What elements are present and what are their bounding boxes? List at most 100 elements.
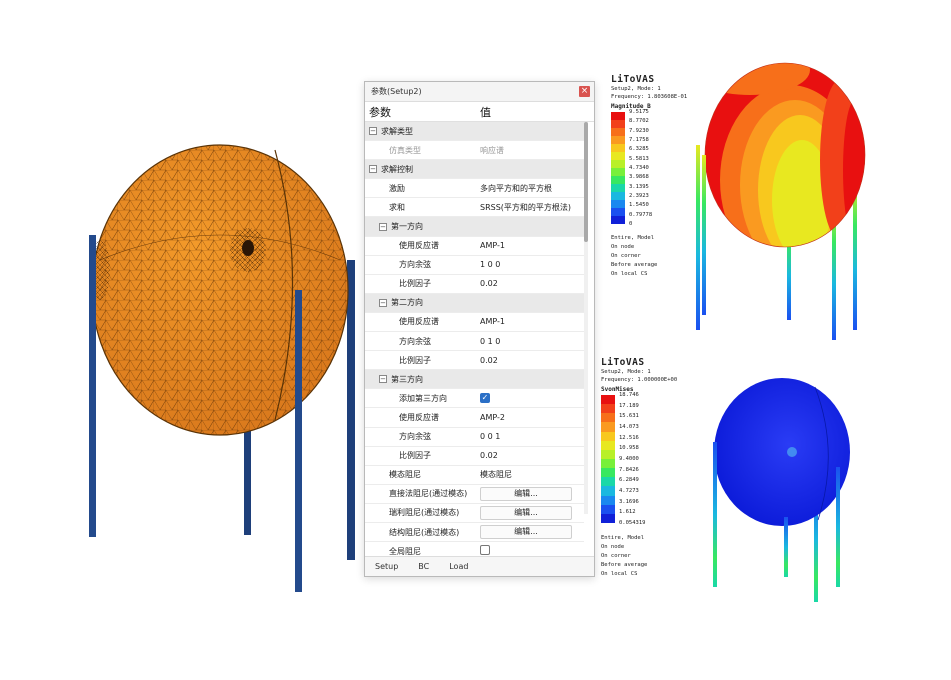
property-row[interactable]: 使用反应谱 AMP-2	[365, 408, 584, 428]
property-row[interactable]: 添加第三方向 ✓	[365, 389, 584, 409]
category-row[interactable]: − 求解控制	[365, 160, 584, 180]
collapse-toggle-icon[interactable]: −	[369, 127, 377, 136]
category-row[interactable]: − 第一方向	[365, 217, 584, 237]
property-key: 瑞利阻尼(通过模态)	[365, 507, 477, 518]
property-row[interactable]: 比例因子 0.02	[365, 351, 584, 371]
property-label: 仿真类型	[389, 145, 421, 155]
property-row[interactable]: 激励 多向平方和的平方根	[365, 179, 584, 199]
color-swatch	[601, 422, 615, 432]
property-value-cell: AMP-2	[477, 413, 584, 422]
property-key: − 第三方向	[365, 374, 477, 385]
property-key: 使用反应谱	[365, 412, 477, 423]
footer-line: On corner	[611, 253, 641, 259]
property-row[interactable]: 比例因子 0.02	[365, 275, 584, 294]
property-row[interactable]: 求和 SRSS(平方和的平方根法)	[365, 198, 584, 218]
property-value[interactable]: 0 1 0	[480, 337, 500, 346]
collapse-toggle-icon[interactable]: −	[379, 298, 387, 307]
collapse-toggle-icon[interactable]: −	[379, 222, 387, 231]
property-key: − 求解类型	[365, 126, 477, 137]
property-value-cell: 编辑...	[477, 525, 584, 540]
color-swatch	[611, 200, 625, 208]
setup-line: Setup2, Mode: 1	[611, 86, 661, 92]
property-value[interactable]: 模态阻尼	[480, 470, 512, 479]
vertical-scrollbar[interactable]	[584, 122, 588, 514]
property-value[interactable]: SRSS(平方和的平方根法)	[480, 203, 571, 212]
edit-button[interactable]: 编辑...	[480, 525, 572, 540]
property-value[interactable]: AMP-2	[480, 413, 505, 422]
property-value-cell: SRSS(平方和的平方根法)	[477, 202, 584, 213]
property-label: 瑞利阻尼(通过模态)	[389, 508, 460, 518]
property-row[interactable]: 使用反应谱 AMP-1	[365, 313, 584, 333]
property-value[interactable]: 响应谱	[480, 146, 504, 155]
property-row[interactable]: 直接法阻尼(通过模态) 编辑...	[365, 485, 584, 504]
support-leg	[89, 235, 96, 537]
tab-load[interactable]: Load	[439, 562, 478, 571]
property-key: 模态阻尼	[365, 469, 477, 480]
edit-button[interactable]: 编辑...	[480, 486, 572, 501]
footer-line: Entire, Model	[601, 535, 645, 541]
sphere-contour	[705, 63, 865, 247]
scale-tick-label: 7.1758	[629, 136, 649, 143]
color-scale: 18.746 17.189 15.631 14.073 12.516 10.958 9.40…	[601, 392, 701, 530]
property-value[interactable]: 0 0 1	[480, 432, 500, 441]
property-value[interactable]: AMP-1	[480, 317, 505, 326]
property-value[interactable]: AMP-1	[480, 241, 505, 250]
property-row[interactable]: 使用反应谱 AMP-1	[365, 237, 584, 256]
scrollbar-thumb[interactable]	[584, 122, 588, 242]
property-value-cell: 编辑...	[477, 505, 584, 520]
property-row[interactable]: 方向余弦 1 0 0	[365, 256, 584, 275]
property-key: 添加第三方向	[365, 393, 477, 404]
tab-setup[interactable]: Setup	[365, 562, 408, 571]
property-key: − 求解控制	[365, 164, 477, 175]
property-value[interactable]: 0.02	[480, 356, 498, 365]
property-row[interactable]: 仿真类型 响应谱	[365, 141, 584, 161]
legend-footer: Entire, Model On node On corner Before aver…	[601, 534, 701, 579]
color-swatch	[611, 152, 625, 160]
property-row[interactable]: 比例因子 0.02	[365, 447, 584, 466]
property-value[interactable]: 多向平方和的平方根	[480, 184, 552, 193]
value-column-header: 值	[480, 105, 491, 119]
scale-tick-label: 1.5450	[629, 202, 649, 209]
dialog-title: 参数(Setup2)	[371, 87, 422, 96]
property-key: 方向余弦	[365, 259, 477, 270]
checkbox[interactable]: ✓	[480, 393, 490, 404]
property-row[interactable]: 结构阻尼(通过模态) 编辑...	[365, 523, 584, 543]
color-swatch	[601, 404, 615, 414]
checkbox[interactable]	[480, 545, 490, 556]
color-swatch	[611, 120, 625, 128]
property-value[interactable]: 0.02	[480, 279, 498, 288]
property-row[interactable]: 方向余弦 0 0 1	[365, 428, 584, 447]
property-label: 比例因子	[399, 451, 431, 461]
property-key: − 第二方向	[365, 297, 477, 308]
property-row[interactable]: 方向余弦 0 1 0	[365, 332, 584, 352]
category-row[interactable]: − 第二方向	[365, 293, 584, 313]
property-label: 第三方向	[391, 374, 423, 384]
property-row[interactable]: 瑞利阻尼(通过模态) 编辑...	[365, 504, 584, 523]
property-key: 方向余弦	[365, 336, 477, 347]
mesh-model-view	[89, 144, 355, 592]
property-value[interactable]: 0.02	[480, 451, 498, 460]
property-row[interactable]: 模态阻尼 模态阻尼	[365, 466, 584, 485]
property-label: 添加第三方向	[399, 393, 447, 403]
scale-tick-label: 0.054319	[619, 519, 646, 526]
property-key: 仿真类型	[365, 145, 477, 156]
property-label: 求解类型	[381, 126, 413, 136]
property-key: 比例因子	[365, 278, 477, 289]
property-label: 使用反应谱	[399, 317, 439, 327]
property-value[interactable]: 1 0 0	[480, 260, 500, 269]
property-key: 全局阻尼	[365, 546, 477, 557]
bottom-result-legend: LiToVAS Setup2, Mode: 1 Frequency: 1.000…	[601, 357, 701, 579]
category-row[interactable]: − 求解类型	[365, 122, 584, 142]
color-swatch	[601, 486, 615, 496]
collapse-toggle-icon[interactable]: −	[379, 375, 387, 384]
property-key: 比例因子	[365, 355, 477, 366]
close-button[interactable]: ×	[579, 86, 590, 97]
top-result-model	[696, 62, 866, 340]
tab-bc[interactable]: BC	[408, 562, 439, 571]
category-row[interactable]: − 第三方向	[365, 370, 584, 390]
property-label: 求和	[389, 202, 405, 212]
scale-tick-label: 10.958	[619, 445, 639, 452]
collapse-toggle-icon[interactable]: −	[369, 165, 377, 174]
dialog-titlebar: 参数(Setup2) ×	[365, 82, 594, 102]
edit-button[interactable]: 编辑...	[480, 505, 572, 520]
